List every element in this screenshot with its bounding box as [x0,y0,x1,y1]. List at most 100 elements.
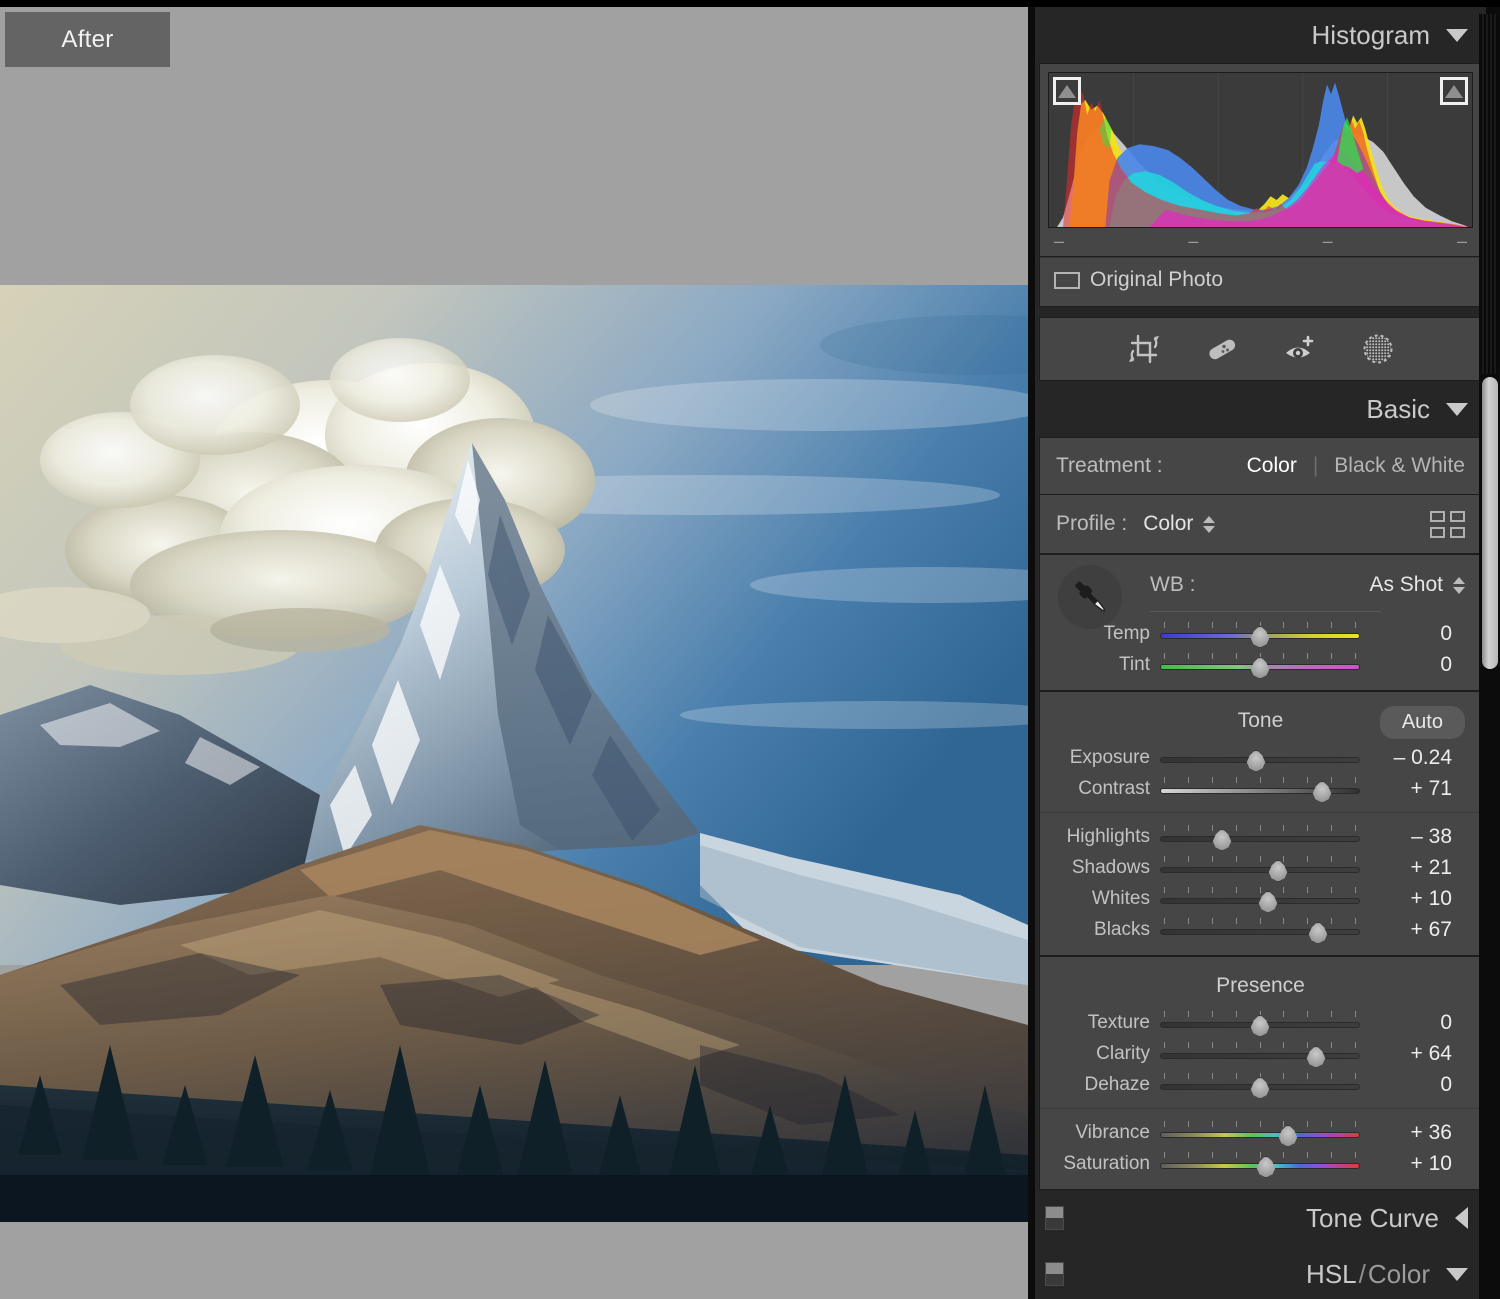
auto-tone-button[interactable]: Auto [1380,706,1465,739]
treatment-options: Color | Black & White [1247,454,1465,478]
slider-value: 0 [1360,1073,1452,1097]
triangle-down-icon[interactable] [1446,1268,1468,1281]
wb-value[interactable]: As Shot [1369,573,1443,597]
highlight-clipping-indicator[interactable] [1440,77,1468,105]
original-photo-label: Original Photo [1090,268,1223,292]
treatment-label: Treatment : [1056,454,1163,478]
updown-stepper-icon[interactable] [1203,516,1215,533]
shadow-clipping-indicator[interactable] [1053,77,1081,105]
slider-contrast[interactable] [1160,776,1360,802]
tone-curve-header[interactable]: Tone Curve [1035,1190,1486,1246]
slider-knob[interactable] [1257,891,1279,913]
panel-switch-icon[interactable] [1045,1262,1064,1286]
slider-exposure[interactable] [1160,745,1360,771]
slider-value: + 64 [1360,1042,1452,1066]
slider-value: 0 [1360,1011,1452,1035]
slider-track[interactable] [1160,929,1360,935]
photo-image [0,285,1028,1222]
white-balance-selector-icon[interactable] [1058,565,1122,629]
slider-track[interactable] [1160,836,1360,842]
slider-highlights[interactable] [1160,824,1360,850]
masking-icon[interactable] [1358,329,1398,369]
histogram-tick: – [1323,234,1333,248]
histogram-header[interactable]: Histogram [1035,7,1486,63]
red-eye-correction-icon[interactable] [1280,329,1320,369]
slider-row: Shadows+ 21 [1040,852,1481,883]
updown-stepper-icon[interactable] [1453,577,1465,594]
triangle-down-icon[interactable] [1446,29,1468,42]
histogram-plot[interactable] [1048,72,1473,228]
treatment-option-black-and-white[interactable]: Black & White [1334,454,1465,478]
profile-value[interactable]: Color [1143,512,1193,536]
crop-overlay-icon[interactable] [1124,329,1164,369]
basic-header[interactable]: Basic [1035,381,1486,437]
slider-ticks [1160,825,1360,831]
slider-tint[interactable] [1160,652,1360,678]
slider-clarity[interactable] [1160,1041,1360,1067]
slider-track[interactable] [1160,1132,1360,1138]
slider-saturation[interactable] [1160,1151,1360,1177]
slider-row: Exposure– 0.24 [1040,742,1481,773]
tone-block: Tone Auto Exposure– 0.24Contrast+ 71High… [1039,691,1482,956]
slider-value: + 10 [1360,887,1452,911]
slider-value: 0 [1360,622,1452,646]
slider-knob[interactable] [1267,860,1289,882]
spot-removal-icon[interactable] [1202,329,1242,369]
triangle-left-icon[interactable] [1455,1207,1468,1229]
slider-ticks [1160,777,1360,783]
basic-title: Basic [1366,394,1430,425]
slider-dehaze[interactable] [1160,1072,1360,1098]
slider-shadows[interactable] [1160,855,1360,881]
hsl-title-color: Color [1368,1259,1430,1290]
slider-label: Exposure [1040,747,1160,769]
slider-texture[interactable] [1160,1010,1360,1036]
slider-row: Blacks+ 67 [1040,914,1481,945]
slider-temp[interactable] [1160,621,1360,647]
slider-row: Contrast+ 71 [1040,773,1481,804]
slider-group-separator [1040,1108,1481,1109]
slider-knob[interactable] [1255,1156,1277,1178]
hsl-color-header[interactable]: HSL / Color [1035,1246,1486,1299]
slider-label: Saturation [1040,1153,1160,1175]
slider-whites[interactable] [1160,886,1360,912]
slider-track[interactable] [1160,1053,1360,1059]
highlight-clipping-triangle-icon [1445,85,1463,98]
slider-knob[interactable] [1245,750,1267,772]
slider-knob[interactable] [1249,626,1271,648]
slider-knob[interactable] [1249,1077,1271,1099]
slider-knob[interactable] [1249,1015,1271,1037]
photo-viewport[interactable]: After [0,7,1028,1299]
panel-switch-icon[interactable] [1045,1206,1064,1230]
presence-title-row: Presence [1040,965,1481,1007]
hsl-title-separator: / [1359,1259,1366,1290]
triangle-down-icon[interactable] [1446,403,1468,416]
presence-sliders: Texture0Clarity+ 64Dehaze0Vibrance+ 36Sa… [1040,1007,1481,1179]
slider-knob[interactable] [1305,1046,1327,1068]
slider-track[interactable] [1160,867,1360,873]
slider-knob[interactable] [1307,922,1329,944]
slider-knob[interactable] [1211,829,1233,851]
scrollbar-track[interactable] [1482,14,1498,374]
right-panel-scrollbar[interactable] [1479,14,1500,1299]
scrollbar-thumb[interactable] [1482,377,1498,669]
profile-row: Profile : Color [1040,495,1481,553]
treatment-option-color[interactable]: Color [1247,454,1297,478]
slider-knob[interactable] [1277,1125,1299,1147]
slider-vibrance[interactable] [1160,1120,1360,1146]
slider-value: 0 [1360,653,1452,677]
slider-group-separator [1040,812,1481,813]
slider-value: – 38 [1360,825,1452,849]
slider-knob[interactable] [1249,657,1271,679]
slider-knob[interactable] [1311,781,1333,803]
lightroom-develop-window: After [0,0,1500,1299]
slider-ticks [1160,1042,1360,1048]
slider-row: Highlights – 38 [1040,821,1481,852]
wb-divider [1150,611,1381,612]
original-photo-toggle[interactable]: Original Photo [1039,257,1482,307]
presence-title: Presence [1216,974,1305,998]
slider-label: Highlights [1040,826,1160,848]
profile-grid-icon[interactable] [1430,511,1465,538]
slider-label: Tint [1040,654,1160,676]
slider-blacks[interactable] [1160,917,1360,943]
edited-photo[interactable] [0,285,1028,1222]
